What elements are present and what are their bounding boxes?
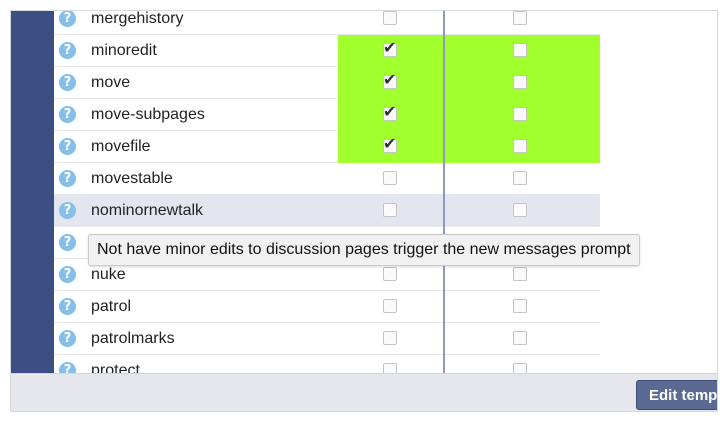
permission-cell: ✔ [338, 67, 444, 99]
permission-checkbox[interactable] [383, 203, 397, 217]
permission-cell [338, 195, 444, 227]
permission-checkbox[interactable] [383, 331, 397, 345]
question-mark-icon[interactable]: ? [59, 42, 76, 59]
permission-cell [444, 99, 600, 131]
permission-name: mergehistory [91, 10, 184, 27]
checkmark-icon: ✔ [383, 102, 397, 121]
question-mark-icon[interactable]: ? [59, 170, 76, 187]
permission-row: ? minoredit ✔ [54, 35, 600, 67]
permission-name: move [91, 74, 131, 91]
permission-name: patrol [91, 298, 132, 315]
permission-row: ? movefile ✔ [54, 131, 600, 163]
permission-name: minoredit [91, 42, 157, 59]
permission-checkbox[interactable] [513, 75, 527, 89]
permission-name: patrolmarks [91, 330, 175, 347]
question-mark-icon[interactable]: ? [59, 202, 76, 219]
permission-checkbox[interactable]: ✔ [383, 71, 397, 89]
tooltip: Not have minor edits to discussion pages… [88, 234, 640, 266]
permission-cell [338, 11, 444, 35]
permission-checkbox[interactable]: ✔ [383, 135, 397, 153]
question-mark-icon[interactable]: ? [59, 330, 76, 347]
footer-bar: Edit temp [11, 373, 717, 411]
permission-row: ? nominornewtalk [54, 195, 600, 227]
question-mark-icon[interactable]: ? [59, 298, 76, 315]
checkmark-icon: ✔ [383, 70, 397, 89]
permission-cell: ✔ [338, 35, 444, 67]
permission-checkbox[interactable]: ✔ [383, 39, 397, 57]
edit-template-button[interactable]: Edit temp [636, 380, 717, 410]
permission-cell [444, 67, 600, 99]
question-mark-icon[interactable]: ? [59, 11, 76, 27]
permission-cell [338, 163, 444, 195]
sidebar-bar [11, 11, 54, 373]
question-mark-icon[interactable]: ? [59, 266, 76, 283]
permission-checkbox[interactable] [383, 267, 397, 281]
permission-checkbox[interactable] [513, 299, 527, 313]
permission-cell [444, 323, 600, 355]
permission-checkbox[interactable]: ✔ [383, 103, 397, 121]
question-mark-icon[interactable]: ? [59, 138, 76, 155]
permission-checkbox[interactable] [383, 299, 397, 313]
column-divider [443, 11, 445, 373]
permission-name: nominornewtalk [91, 202, 204, 219]
permission-cell [444, 195, 600, 227]
permission-cell [338, 323, 444, 355]
permission-row: ? move-subpages ✔ [54, 99, 600, 131]
permission-cell [444, 163, 600, 195]
permission-cell: ✔ [338, 131, 444, 163]
question-mark-icon[interactable]: ? [59, 74, 76, 91]
permissions-table: ? mergehistory? minoredit ✔? move ✔? move-subp… [54, 10, 600, 387]
permission-checkbox[interactable] [513, 43, 527, 57]
permission-row: ? movestable [54, 163, 600, 195]
permission-cell [338, 291, 444, 323]
permission-name: move-subpages [91, 106, 205, 123]
permission-checkbox[interactable] [513, 11, 527, 25]
question-mark-icon[interactable]: ? [59, 106, 76, 123]
permission-checkbox[interactable] [513, 267, 527, 281]
checkmark-icon: ✔ [383, 38, 397, 57]
permission-row: ? patrolmarks [54, 323, 600, 355]
permission-row: ? move ✔ [54, 67, 600, 99]
permission-name: movefile [91, 138, 151, 155]
permission-cell [444, 131, 600, 163]
permission-row: ? mergehistory [54, 10, 600, 35]
permission-checkbox[interactable] [383, 11, 397, 25]
permission-cell [444, 11, 600, 35]
permission-checkbox[interactable] [513, 203, 527, 217]
permission-checkbox[interactable] [513, 139, 527, 153]
permission-cell [444, 35, 600, 67]
permission-name: movestable [91, 170, 173, 187]
permission-checkbox[interactable] [513, 107, 527, 121]
checkmark-icon: ✔ [383, 134, 397, 153]
permission-cell [444, 291, 600, 323]
permissions-panel: ? mergehistory? minoredit ✔? move ✔? move-subp… [10, 10, 718, 412]
permission-checkbox[interactable] [513, 331, 527, 345]
permission-checkbox[interactable] [513, 171, 527, 185]
permission-row: ? patrol [54, 291, 600, 323]
permission-checkbox[interactable] [383, 171, 397, 185]
question-mark-icon[interactable]: ? [59, 234, 76, 251]
permission-cell: ✔ [338, 99, 444, 131]
